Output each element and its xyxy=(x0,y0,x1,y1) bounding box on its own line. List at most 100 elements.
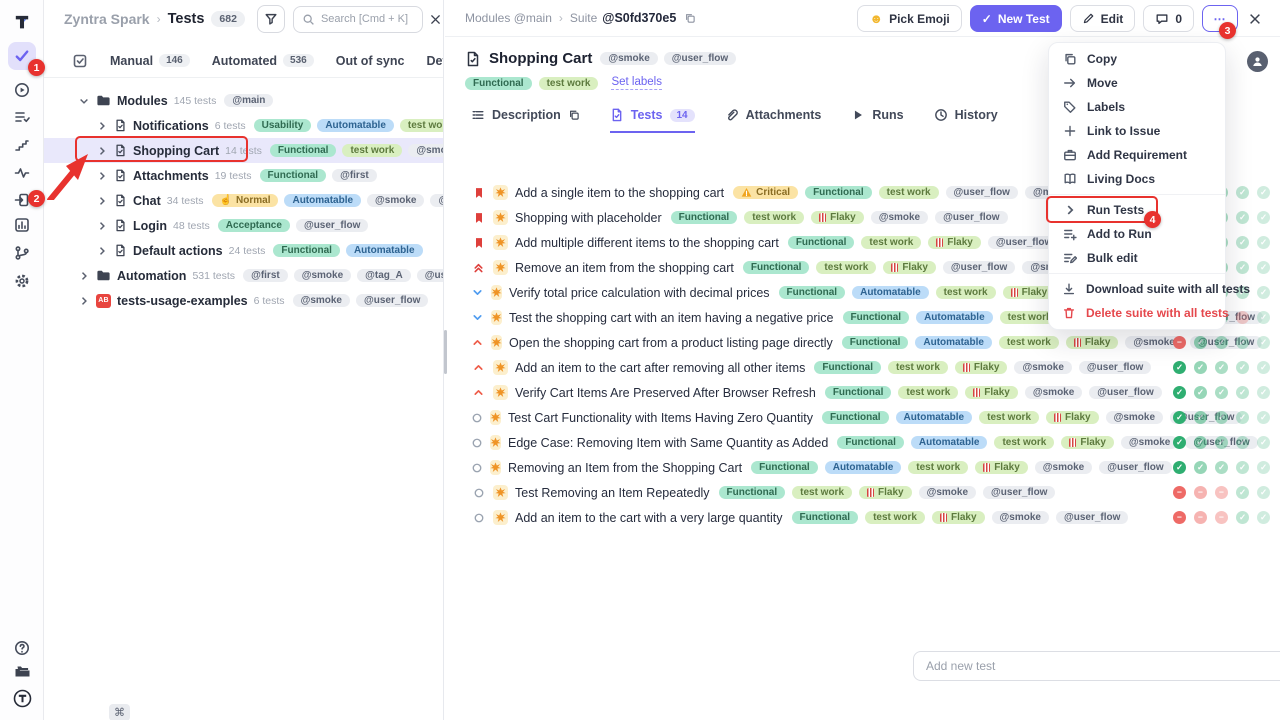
tree-row-modules[interactable]: Modules145 tests@main xyxy=(44,88,444,113)
chevron-right-icon[interactable] xyxy=(96,120,108,132)
menu-item-bulk-edit[interactable]: Bulk edit xyxy=(1049,246,1225,270)
filter-tab-out-of-sync[interactable]: Out of sync xyxy=(336,54,405,68)
sidebar-item-branch[interactable] xyxy=(8,239,36,267)
tree-row-default-actions[interactable]: Default actions24 testsFunctionalAutomat… xyxy=(44,238,444,263)
menu-item-add-requirement[interactable]: Add Requirement xyxy=(1049,143,1225,167)
tag-pill: @user_flow xyxy=(1089,386,1161,399)
filter-tab-manual[interactable]: Manual146 xyxy=(110,54,190,68)
avatar[interactable] xyxy=(1247,51,1268,72)
test-row[interactable]: Test Removing an Item RepeatedlyFunction… xyxy=(445,480,1280,505)
tree-row-tests-usage-examples[interactable]: ABtests-usage-examples6 tests@smoke@user… xyxy=(44,288,444,313)
breadcrumb-section[interactable]: Tests xyxy=(168,11,205,27)
more-actions-button[interactable]: ⋯ xyxy=(1202,5,1238,32)
tag-pill: Functional xyxy=(825,386,892,399)
chevron-right-icon[interactable] xyxy=(78,295,90,307)
chevron-right-icon[interactable] xyxy=(96,195,108,207)
test-row[interactable]: Removing an Item from the Shopping CartF… xyxy=(445,455,1280,480)
sidebar-item-pulse[interactable] xyxy=(8,159,36,187)
filter-tab-detached[interactable]: Detached xyxy=(426,54,444,68)
filter-tab-automated[interactable]: Automated536 xyxy=(212,54,314,68)
sidebar-item-folders[interactable] xyxy=(8,657,36,685)
panel-close-button[interactable] xyxy=(429,13,442,26)
chevron-right-icon[interactable] xyxy=(96,170,108,182)
menu-item-run-tests[interactable]: Run Tests xyxy=(1049,198,1225,222)
folder-icon xyxy=(96,268,111,283)
search-input[interactable] xyxy=(321,13,413,25)
menu-item-copy[interactable]: Copy xyxy=(1049,47,1225,71)
book-icon xyxy=(1062,172,1077,186)
select-all-icon[interactable] xyxy=(72,53,88,69)
sidebar-item-list-check[interactable] xyxy=(8,103,36,131)
filter-button[interactable] xyxy=(257,5,285,33)
tree-row-chat[interactable]: Chat34 tests☝NormalAutomatable@smoke@use… xyxy=(44,188,444,213)
edit-button[interactable]: Edit xyxy=(1070,5,1136,32)
close-detail-button[interactable] xyxy=(1246,12,1264,26)
menu-item-living-docs[interactable]: Living Docs xyxy=(1049,167,1225,191)
set-labels-link[interactable]: Set labels xyxy=(611,76,662,90)
tag-pill: Acceptance xyxy=(218,219,290,232)
tab-description[interactable]: Description xyxy=(471,108,580,133)
sidebar-item-steps[interactable] xyxy=(8,131,36,159)
tab-attachments[interactable]: Attachments xyxy=(725,108,822,133)
menu-item-download-suite-with-all-tests[interactable]: Download suite with all tests xyxy=(1049,277,1225,301)
sidebar-item-logo[interactable] xyxy=(8,8,36,36)
tag-pill: @user_flow xyxy=(946,186,1018,199)
chevron-right-icon[interactable] xyxy=(96,145,108,157)
list-plus-icon xyxy=(1062,227,1077,241)
sidebar-item-bar-chart[interactable] xyxy=(8,211,36,239)
sidebar-item-check[interactable] xyxy=(8,42,36,70)
test-title: Add an item to the cart with a very larg… xyxy=(515,511,783,525)
menu-item-delete-suite-with-all-tests[interactable]: Delete suite with all tests xyxy=(1049,301,1225,325)
chevron-right-icon[interactable] xyxy=(96,245,108,257)
tree-row-login[interactable]: Login48 testsAcceptance@user_flow xyxy=(44,213,444,238)
tree-row-attachments[interactable]: Attachments19 testsFunctional@first xyxy=(44,163,444,188)
tab-history[interactable]: History xyxy=(934,108,998,133)
status-passed-icon: ✓ xyxy=(1257,386,1270,399)
tag-pill: ☝Normal xyxy=(212,194,279,207)
chevron-right-icon[interactable] xyxy=(96,220,108,232)
test-row[interactable]: Open the shopping cart from a product li… xyxy=(445,330,1280,355)
test-row[interactable]: Test Cart Functionality with Items Havin… xyxy=(445,405,1280,430)
chevron-down-icon[interactable] xyxy=(78,95,90,107)
tab-runs[interactable]: Runs xyxy=(851,108,903,133)
pick-emoji-button[interactable]: ☻Pick Emoji xyxy=(857,5,961,32)
doc-icon xyxy=(114,144,127,157)
app-sidebar xyxy=(0,0,44,720)
test-title: Test Cart Functionality with Items Havin… xyxy=(508,411,813,425)
tag-pill: Flaky xyxy=(1061,436,1114,449)
tag-pill: @smoke xyxy=(992,511,1049,524)
test-row[interactable]: Verify Cart Items Are Preserved After Br… xyxy=(445,380,1280,405)
test-row[interactable]: Add an item to the cart after removing a… xyxy=(445,355,1280,380)
tree-row-notifications[interactable]: Notifications6 testsUsabilityAutomatable… xyxy=(44,113,444,138)
chevron-right-icon[interactable] xyxy=(78,270,90,282)
tree-row-shopping-cart[interactable]: Shopping Cart14 testsFunctionaltest work… xyxy=(44,138,444,163)
tag-pill: @first xyxy=(332,169,377,182)
tree-row-automation[interactable]: Automation531 tests@first@smoke@tag_A@us… xyxy=(44,263,444,288)
test-emoji-icon xyxy=(493,260,508,275)
tag-pill: @smoke xyxy=(1014,361,1071,374)
sidebar-item-play-circle[interactable] xyxy=(8,76,36,104)
breadcrumb-parent[interactable]: Modules @main xyxy=(465,11,552,25)
tree-scrollbar-thumb[interactable] xyxy=(444,330,447,374)
test-row[interactable]: Add an item to the cart with a very larg… xyxy=(445,505,1280,530)
test-title: Open the shopping cart from a product li… xyxy=(509,336,833,350)
status-passed-icon: ✓ xyxy=(1257,411,1270,424)
breadcrumb-project[interactable]: Zyntra Spark xyxy=(64,11,150,27)
menu-item-labels[interactable]: Labels xyxy=(1049,95,1225,119)
copy-suite-id-icon[interactable] xyxy=(684,12,696,24)
status-passed-icon: ✓ xyxy=(1257,486,1270,499)
sidebar-item-inbox[interactable] xyxy=(8,186,36,214)
status-passed-icon: ✓ xyxy=(1257,336,1270,349)
test-row[interactable]: Edge Case: Removing Item with Same Quant… xyxy=(445,430,1280,455)
menu-item-link-to-issue[interactable]: Link to Issue xyxy=(1049,119,1225,143)
menu-item-move[interactable]: Move xyxy=(1049,71,1225,95)
sidebar-item-t-badge[interactable] xyxy=(8,684,36,712)
comments-button[interactable]: 0 xyxy=(1143,5,1194,32)
status-failed-icon: − xyxy=(1215,511,1228,524)
tab-tests[interactable]: Tests14 xyxy=(610,108,695,133)
sidebar-item-gear[interactable] xyxy=(8,267,36,295)
menu-item-add-to-run[interactable]: Add to Run xyxy=(1049,222,1225,246)
new-test-button[interactable]: ✓New Test xyxy=(970,5,1062,32)
add-test-input[interactable] xyxy=(913,651,1280,681)
search-box[interactable] xyxy=(293,6,423,33)
